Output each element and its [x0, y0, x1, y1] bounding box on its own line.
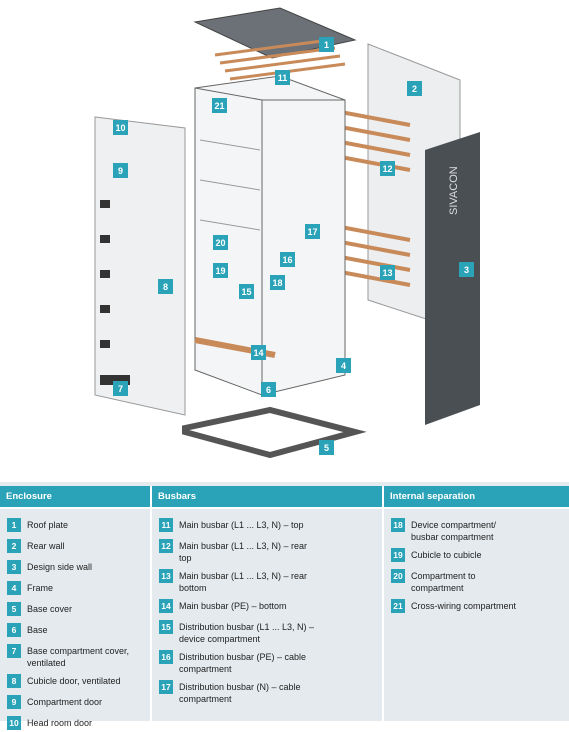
legend: Enclosure 1 Roof plate 2 Rear wall 3 Design si… [0, 482, 569, 730]
legend-column-busbars: Busbars 11 Main busbar (L1 ... L3, N) – to… [150, 486, 384, 721]
callout-1: 1 [319, 37, 334, 52]
legend-item: 9 Compartment door [7, 695, 150, 711]
callout-13: 13 [380, 265, 395, 280]
legend-item: 16 Distribution busbar (PE) – cable compa… [159, 650, 384, 675]
legend-number-badge: 1 [7, 518, 21, 532]
legend-number-badge: 14 [159, 599, 173, 613]
legend-label: Head room door [27, 718, 93, 728]
legend-number-badge: 8 [7, 674, 21, 688]
legend-number-badge: 7 [7, 644, 21, 658]
legend-label: Base cover [27, 604, 73, 614]
legend-label: Main busbar (L1 ... L3, N) – top [179, 520, 304, 530]
legend-number-badge: 11 [159, 518, 173, 532]
legend-item: 1 Roof plate [7, 518, 150, 534]
brand-text: SIVACON [448, 166, 460, 215]
callout-16: 16 [280, 252, 295, 267]
legend-number-badge: 19 [391, 548, 405, 562]
legend-number-badge: 6 [7, 623, 21, 637]
legend-number-badge: 9 [7, 695, 21, 709]
legend-header: Busbars [152, 486, 384, 509]
legend-number-badge: 10 [7, 716, 21, 730]
callout-15: 15 [239, 284, 254, 299]
doors [94, 116, 186, 416]
legend-item: 19 Cubicle to cubicle [391, 548, 569, 564]
callout-14: 14 [251, 345, 266, 360]
legend-label: Device compartment/ busbar compartment [411, 520, 497, 542]
legend-header: Enclosure [0, 486, 150, 509]
legend-item: 20 Compartment to compartment [391, 569, 569, 594]
legend-label: Main busbar (PE) – bottom [179, 601, 287, 611]
legend-item: 7 Base compartment cover, ventilated [7, 644, 150, 669]
legend-label: Design side wall [27, 562, 93, 572]
callout-12: 12 [380, 161, 395, 176]
legend-item: 11 Main busbar (L1 ... L3, N) – top [159, 518, 384, 534]
legend-item: 6 Base [7, 623, 150, 639]
legend-item: 3 Design side wall [7, 560, 150, 576]
legend-label: Main busbar (L1 ... L3, N) – rear bottom [179, 571, 308, 593]
legend-item: 10 Head room door [7, 716, 150, 732]
legend-number-badge: 20 [391, 569, 405, 583]
legend-label: Base compartment cover, ventilated [27, 646, 130, 668]
callout-18: 18 [270, 275, 285, 290]
legend-item: 15 Distribution busbar (L1 ... L3, N) – d… [159, 620, 384, 645]
legend-item: 14 Main busbar (PE) – bottom [159, 599, 384, 615]
legend-number-badge: 16 [159, 650, 173, 664]
legend-number-badge: 21 [391, 599, 405, 613]
callout-5: 5 [319, 440, 334, 455]
callout-19: 19 [213, 263, 228, 278]
callout-10: 10 [113, 120, 128, 135]
legend-number-badge: 13 [159, 569, 173, 583]
legend-number-badge: 17 [159, 680, 173, 694]
legend-column-internal-separation: Internal separation 18 Device compartment/… [382, 486, 569, 721]
legend-label: Distribution busbar (L1 ... L3, N) – dev… [179, 622, 315, 644]
callout-9: 9 [113, 163, 128, 178]
legend-item: 17 Distribution busbar (N) – cable compar… [159, 680, 384, 705]
legend-label: Compartment door [27, 697, 103, 707]
legend-number-badge: 3 [7, 560, 21, 574]
legend-item: 4 Frame [7, 581, 150, 597]
legend-item: 8 Cubicle door, ventilated [7, 674, 150, 690]
callout-7: 7 [113, 381, 128, 396]
legend-item: 18 Device compartment/ busbar compartment [391, 518, 569, 543]
legend-header: Internal separation [384, 486, 569, 509]
callout-8: 8 [158, 279, 173, 294]
legend-number-badge: 15 [159, 620, 173, 634]
legend-item: 21 Cross-wiring compartment [391, 599, 569, 615]
legend-label: Compartment to compartment [411, 571, 476, 593]
callout-4: 4 [336, 358, 351, 373]
legend-label: Frame [27, 583, 54, 593]
legend-label: Cross-wiring compartment [411, 601, 517, 611]
legend-label: Base [27, 625, 48, 635]
callout-2: 2 [407, 81, 422, 96]
callout-3: 3 [459, 262, 474, 277]
legend-label: Rear wall [27, 541, 65, 551]
legend-item: 5 Base cover [7, 602, 150, 618]
callout-21: 21 [212, 98, 227, 113]
legend-number-badge: 2 [7, 539, 21, 553]
legend-label: Cubicle door, ventilated [27, 676, 121, 686]
legend-label: Distribution busbar (PE) – cable compart… [179, 652, 307, 674]
legend-label: Cubicle to cubicle [411, 550, 482, 560]
legend-number-badge: 5 [7, 602, 21, 616]
legend-number-badge: 4 [7, 581, 21, 595]
legend-number-badge: 18 [391, 518, 405, 532]
legend-item: 2 Rear wall [7, 539, 150, 555]
callout-11: 11 [275, 70, 290, 85]
legend-item: 13 Main busbar (L1 ... L3, N) – rear bott… [159, 569, 384, 594]
legend-column-enclosure: Enclosure 1 Roof plate 2 Rear wall 3 Design si… [0, 486, 150, 730]
callout-20: 20 [213, 235, 228, 250]
legend-label: Roof plate [27, 520, 69, 530]
legend-item: 12 Main busbar (L1 ... L3, N) – rear top [159, 539, 384, 564]
legend-label: Main busbar (L1 ... L3, N) – rear top [179, 541, 308, 563]
legend-label: Distribution busbar (N) – cable compartm… [179, 682, 301, 704]
legend-number-badge: 12 [159, 539, 173, 553]
callout-17: 17 [305, 224, 320, 239]
exploded-cabinet-diagram: SIVACON 1 2 3 4 5 6 7 8 9 10 11 12 13 14 15 16 17 18 19 20 2… [0, 0, 569, 482]
callout-6: 6 [261, 382, 276, 397]
